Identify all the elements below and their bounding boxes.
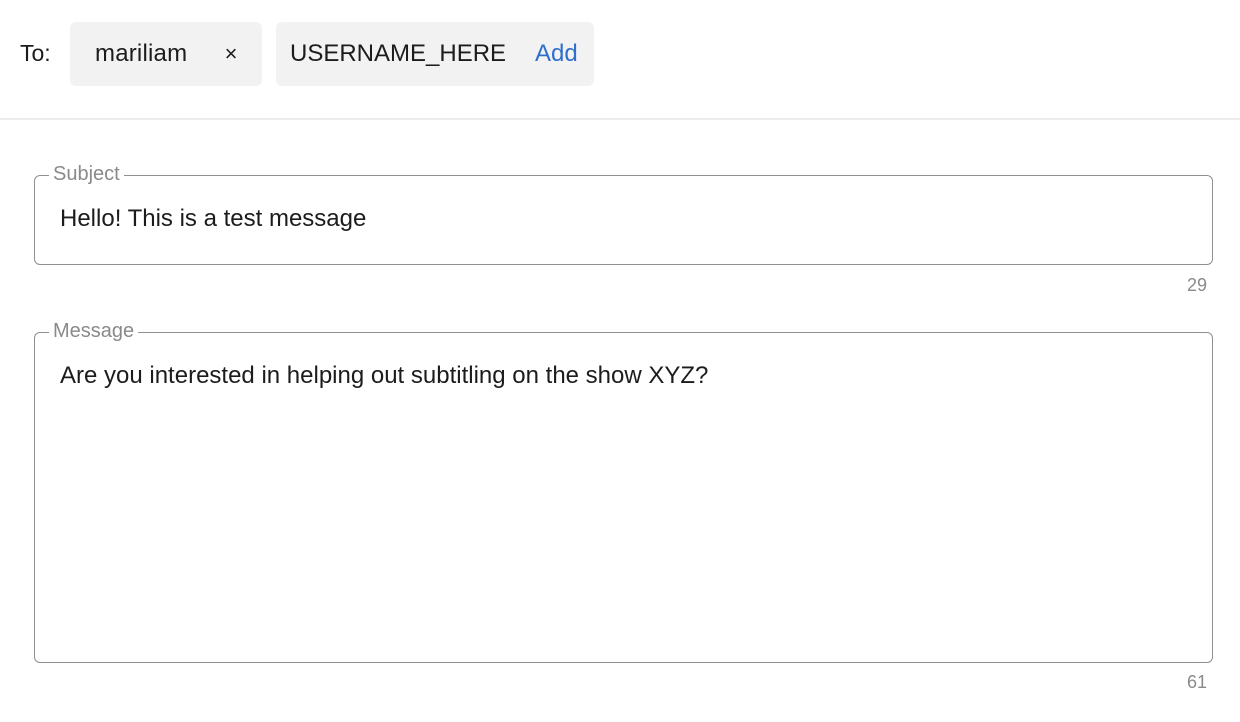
message-char-counter: 61: [1186, 672, 1207, 692]
message-label: Message: [49, 319, 139, 343]
add-recipient-button[interactable]: Add: [535, 40, 578, 68]
subject-field[interactable]: Subject Hello! This is a test message: [34, 162, 1213, 265]
remove-recipient-icon[interactable]: ×: [220, 42, 242, 66]
subject-char-counter: 29: [1186, 275, 1207, 295]
subject-label: Subject: [49, 162, 124, 186]
recipients-row: To: mariliam × Add: [0, 0, 1240, 120]
recipient-chip-label: mariliam: [95, 40, 188, 67]
message-field[interactable]: Message Are you interested in helping ou…: [34, 319, 1213, 663]
subject-input-value[interactable]: Hello! This is a test message: [60, 204, 366, 234]
to-label: To:: [20, 40, 51, 66]
recipient-chip: mariliam ×: [70, 22, 262, 86]
add-recipient-box: Add: [276, 22, 594, 86]
message-textarea-value[interactable]: Are you interested in helping out subtit…: [60, 361, 1187, 391]
compose-message-form: To: mariliam × Add Subject Hello! This i…: [0, 0, 1240, 722]
recipient-username-input[interactable]: [290, 38, 512, 70]
